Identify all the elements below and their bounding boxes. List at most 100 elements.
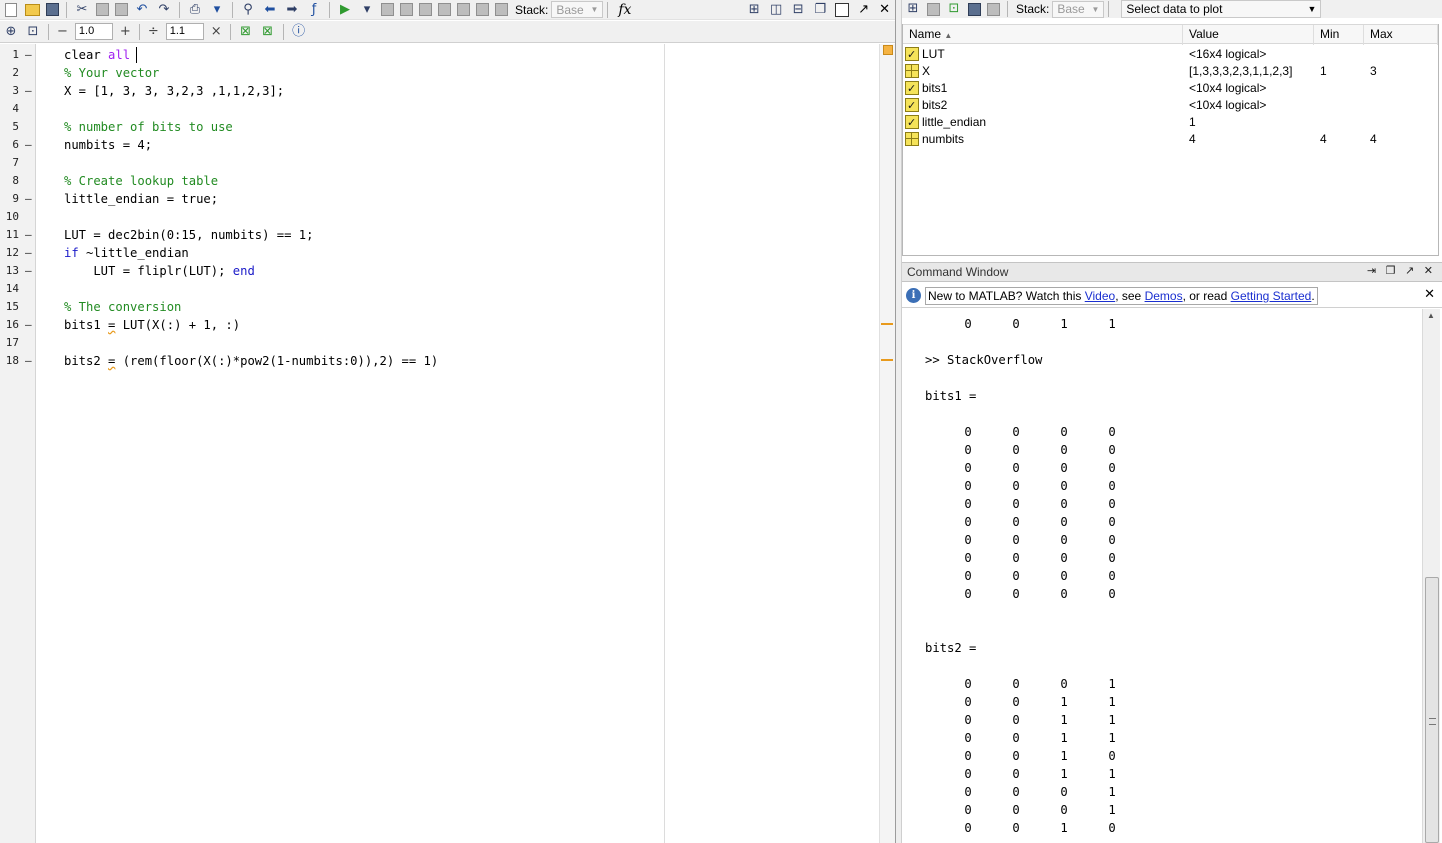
- stack-select[interactable]: Base ▼: [551, 1, 604, 18]
- variable-row[interactable]: bits2 <10x4 logical>: [903, 97, 1438, 114]
- code-line[interactable]: bits1 = LUT(X(:) + 1, :): [64, 316, 240, 334]
- line-number: 15: [5, 300, 19, 313]
- print-icon[interactable]: ⎙: [187, 2, 203, 18]
- code-line[interactable]: % The conversion: [64, 298, 181, 316]
- warning-indicator-icon[interactable]: [883, 45, 893, 55]
- split-horizontal-icon[interactable]: ⊟: [790, 2, 806, 18]
- print-dropdown-icon[interactable]: ▾: [209, 2, 225, 18]
- demos-link[interactable]: Demos: [1145, 289, 1183, 303]
- breakpoint-marker[interactable]: –: [25, 316, 32, 334]
- new-variable-icon[interactable]: ⊞: [905, 1, 921, 17]
- float-icon[interactable]: ❐: [812, 2, 828, 18]
- scroll-up-icon[interactable]: ▲: [1427, 311, 1435, 320]
- clear-breakpoints-icon[interactable]: [400, 3, 413, 16]
- fx-icon[interactable]: fx: [618, 2, 631, 18]
- continue-icon[interactable]: [476, 3, 489, 16]
- back-arrow-icon[interactable]: ⬅: [262, 2, 278, 18]
- breakpoint-marker[interactable]: –: [25, 226, 32, 244]
- command-scrollbar[interactable]: ▲: [1422, 309, 1440, 843]
- increment-value-field[interactable]: 1.0: [74, 23, 113, 40]
- code-line[interactable]: LUT = dec2bin(0:15, numbits) == 1;: [64, 226, 313, 244]
- pane-splitter[interactable]: [895, 0, 902, 843]
- breakpoint-marker[interactable]: –: [25, 46, 32, 64]
- getting-started-link[interactable]: Getting Started: [1231, 289, 1312, 303]
- undo-icon[interactable]: ↶: [134, 2, 150, 18]
- column-header-max[interactable]: Max: [1364, 25, 1438, 45]
- split-vertical-icon[interactable]: ◫: [768, 2, 784, 18]
- code-line[interactable]: % number of bits to use: [64, 118, 233, 136]
- breakpoint-marker[interactable]: –: [25, 262, 32, 280]
- breakpoint-marker[interactable]: –: [25, 244, 32, 262]
- breakpoint-marker[interactable]: –: [25, 82, 32, 100]
- run-icon[interactable]: ▶: [337, 2, 353, 18]
- multiply-button[interactable]: ×: [211, 24, 222, 39]
- save-icon[interactable]: [46, 3, 59, 16]
- code-area[interactable]: clear all % Your vector X = [1, 3, 3, 3,2,…: [37, 44, 879, 843]
- redo-icon[interactable]: ↷: [156, 2, 172, 18]
- cut-icon[interactable]: ✂: [74, 2, 90, 18]
- code-line[interactable]: % Your vector: [64, 64, 159, 82]
- save-workspace-icon[interactable]: [968, 2, 981, 16]
- code-line[interactable]: numbits = 4;: [64, 136, 152, 154]
- stack-select[interactable]: Base ▼: [1052, 0, 1105, 18]
- import-data-icon[interactable]: ⊡: [946, 1, 962, 17]
- run-dropdown-icon[interactable]: ▾: [359, 2, 375, 18]
- command-output[interactable]: 0 0 1 1 >> StackOverflow bits1 = 0 0 0 0 0 0 0 0 0 0 0 0 0…: [902, 309, 1422, 843]
- copy-icon[interactable]: [96, 3, 109, 16]
- evaluate-advance-icon[interactable]: ⊠: [260, 24, 276, 40]
- code-line[interactable]: clear all: [64, 46, 130, 64]
- variable-row[interactable]: numbits 4 4 4: [903, 131, 1438, 148]
- set-breakpoint-icon[interactable]: [381, 3, 394, 16]
- close-icon[interactable]: ✕: [1424, 287, 1435, 302]
- variable-row[interactable]: little_endian 1: [903, 114, 1438, 131]
- increment-button[interactable]: +: [120, 24, 131, 39]
- video-link[interactable]: Video: [1085, 289, 1115, 303]
- column-header-min[interactable]: Min: [1314, 25, 1364, 45]
- matrix-cell: 0: [1108, 587, 1116, 601]
- column-header-name[interactable]: Name ▲: [903, 25, 1183, 45]
- insert-cell-icon[interactable]: ⊕: [3, 24, 19, 40]
- scrollbar-thumb[interactable]: [1425, 577, 1439, 843]
- forward-arrow-icon[interactable]: ➡: [284, 2, 300, 18]
- breakpoint-marker[interactable]: –: [25, 352, 32, 370]
- code-line[interactable]: if ~little_endian: [64, 244, 189, 262]
- decrement-button[interactable]: −: [57, 24, 68, 39]
- find-icon[interactable]: ⚲: [240, 2, 256, 18]
- evaluate-cell-icon[interactable]: ⊠: [238, 24, 254, 40]
- window-controls[interactable]: ⇥ ❐ ↗ ✕: [1367, 264, 1436, 277]
- breakpoint-marker[interactable]: –: [25, 190, 32, 208]
- maximize-icon[interactable]: [835, 2, 850, 17]
- close-icon[interactable]: ✕: [879, 2, 890, 17]
- step-out-icon[interactable]: [457, 3, 470, 16]
- function-browser-icon[interactable]: ƒ: [306, 2, 322, 18]
- code-line[interactable]: X = [1, 3, 3, 3,2,3 ,1,1,2,3];: [64, 82, 284, 100]
- step-icon[interactable]: [419, 3, 432, 16]
- tile-grid-icon[interactable]: ⊞: [746, 2, 762, 18]
- delete-variable-icon[interactable]: [987, 2, 1000, 16]
- code-line[interactable]: bits2 = (rem(floor(X(:)*pow2(1-numbits:0…: [64, 352, 438, 370]
- exit-debug-icon[interactable]: [495, 3, 508, 16]
- open-folder-icon[interactable]: [25, 3, 40, 16]
- column-header-value[interactable]: Value: [1183, 25, 1314, 45]
- step-in-icon[interactable]: [438, 3, 451, 16]
- info-icon[interactable]: ⓘ: [291, 24, 307, 40]
- variable-row[interactable]: LUT <16x4 logical>: [903, 46, 1438, 63]
- plot-select-dropdown[interactable]: Select data to plot ▼: [1121, 0, 1322, 18]
- new-file-icon[interactable]: [5, 2, 17, 17]
- code-line[interactable]: LUT = fliplr(LUT); end: [64, 262, 254, 280]
- matrix-cell: 0: [1012, 497, 1020, 511]
- code-line[interactable]: % Create lookup table: [64, 172, 218, 190]
- open-variable-icon[interactable]: [927, 2, 940, 16]
- multiply-value-field[interactable]: 1.1: [165, 23, 204, 40]
- undock-icon[interactable]: ↗: [858, 2, 869, 17]
- variable-row[interactable]: X [1,3,3,3,2,3,1,1,2,3] 1 3: [903, 63, 1438, 80]
- cell-format-icon[interactable]: ⊡: [25, 24, 41, 40]
- divide-button[interactable]: ÷: [148, 24, 159, 39]
- code-line[interactable]: little_endian = true;: [64, 190, 218, 208]
- matrix-cell: 0: [1060, 515, 1068, 529]
- warning-marker[interactable]: [881, 359, 893, 361]
- paste-icon[interactable]: [115, 3, 128, 16]
- warning-marker[interactable]: [881, 323, 893, 325]
- variable-row[interactable]: bits1 <10x4 logical>: [903, 80, 1438, 97]
- breakpoint-marker[interactable]: –: [25, 136, 32, 154]
